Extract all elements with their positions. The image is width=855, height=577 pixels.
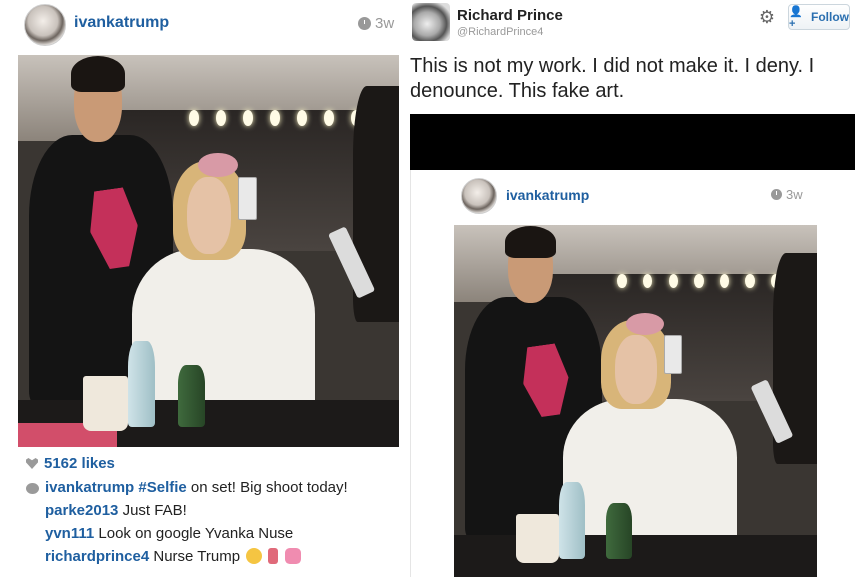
caption-hashtag[interactable]: #Selfie [138,479,186,496]
tweet-avatar[interactable] [412,3,450,41]
follow-label: Follow [811,10,849,24]
tweet-author-handle[interactable]: @RichardPrince4 [457,26,543,38]
comment-text: Just FAB! [118,502,187,519]
tweet-text: This is not my work. I did not make it. … [410,55,815,102]
embedded-instagram-post[interactable]: ivankatrump 3w [410,170,855,577]
comment-username[interactable]: richardprince4 [45,548,149,565]
add-user-icon: 👤+ [789,5,803,30]
comment-item: yvn111 Look on google Yvanka Nuse [45,525,293,542]
clock-icon [358,17,371,30]
syringe-face-emoji-icon [246,548,263,564]
likes-text: 5162 likes [44,455,115,472]
caption-text: on set! Big shoot today! [186,479,348,496]
post-time: 3w [358,15,394,32]
caption: ivankatrump #Selfie on set! Big shoot to… [45,479,348,496]
avatar[interactable] [24,4,66,46]
post-photo[interactable] [18,55,399,447]
embedded-username: ivankatrump [506,187,590,203]
comment-username[interactable]: parke2013 [45,502,118,519]
comment-icon [26,483,39,494]
comment-text: Nurse Trump [149,548,241,565]
heart-icon [26,458,38,469]
ribbon-emoji-icon [284,548,301,564]
embedded-time-text: 3w [786,187,803,202]
comment-username[interactable]: yvn111 [45,525,94,542]
gear-icon[interactable]: ⚙ [757,7,777,27]
caption-username[interactable]: ivankatrump [45,479,134,496]
embedded-time: 3w [771,187,803,202]
comment-item: parke2013 Just FAB! [45,502,187,519]
post-username[interactable]: ivankatrump [74,14,169,32]
tweet-author-name[interactable]: Richard Prince [457,7,563,24]
comment-text: Look on google Yvanka Nuse [94,525,294,542]
likes-count[interactable]: 5162 likes [26,455,115,472]
post-time-text: 3w [375,15,395,32]
clock-icon [771,189,782,200]
image-top-bar [410,114,855,170]
follow-button[interactable]: 👤+ Follow [788,4,850,30]
embedded-avatar [461,178,497,214]
embedded-photo [454,225,817,577]
comment-item: richardprince4 Nurse Trump [45,548,301,565]
lipstick-emoji-icon [268,548,279,564]
